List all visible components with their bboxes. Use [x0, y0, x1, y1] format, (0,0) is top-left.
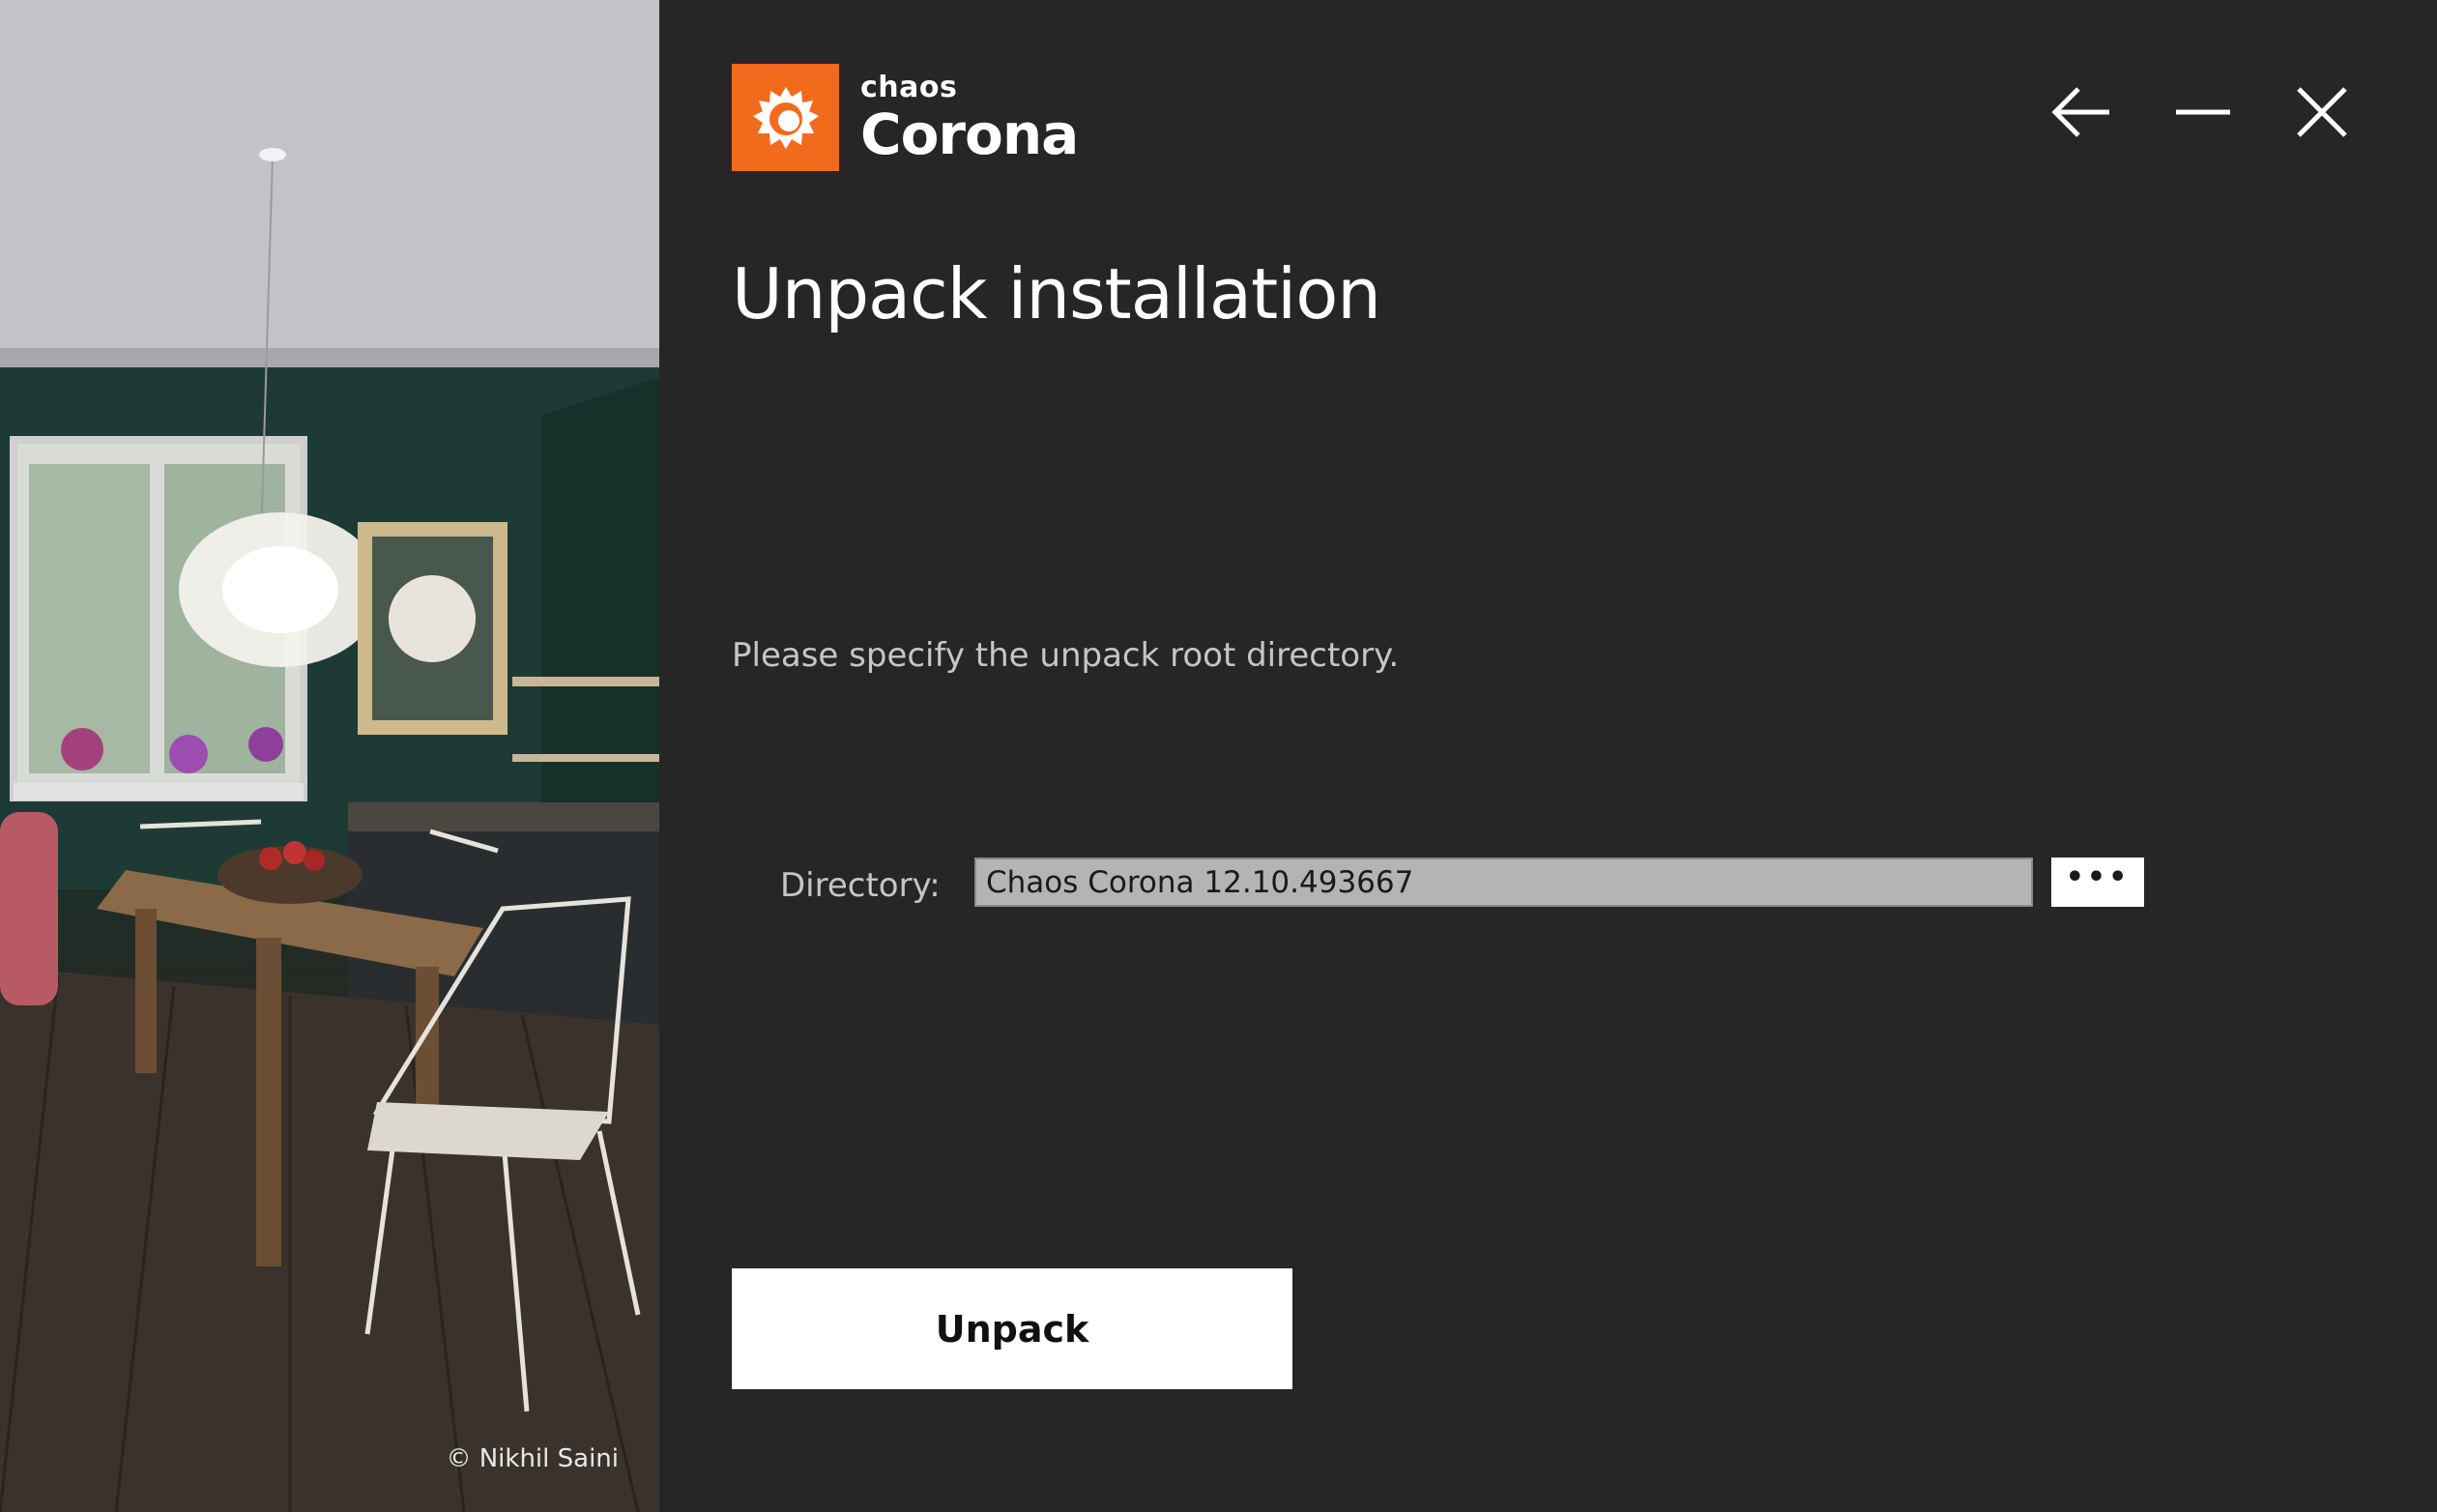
directory-label: Directory:: [780, 866, 941, 905]
logo-product: Corona: [860, 101, 1079, 167]
back-button[interactable]: [2051, 83, 2113, 141]
page-title: Unpack installation: [732, 253, 1381, 334]
artwork-panel: © Nikhil Saini: [0, 0, 659, 1512]
arrow-left-icon: [2051, 87, 2109, 137]
minimize-button[interactable]: [2172, 83, 2234, 141]
close-button[interactable]: [2291, 83, 2353, 141]
installer-window: © Nikhil Saini chaos Corona Unpack insta…: [0, 0, 2437, 1512]
minimize-icon: [2176, 109, 2230, 115]
unpack-button-label: Unpack: [935, 1307, 1089, 1351]
close-icon: [2297, 87, 2347, 137]
instruction-text: Please specify the unpack root directory…: [732, 636, 1400, 675]
artwork-credit: © Nikhil Saini: [446, 1444, 619, 1473]
corona-flame-icon: [732, 64, 839, 171]
unpack-button[interactable]: Unpack: [732, 1268, 1292, 1389]
logo-text: chaos Corona: [860, 70, 1079, 167]
logo-brand: chaos: [860, 70, 958, 104]
browse-button-label: •••: [2065, 859, 2131, 894]
content-panel: chaos Corona Unpack installation Please …: [659, 0, 2437, 1512]
directory-field[interactable]: Chaos Corona 12.10.493667: [974, 858, 2033, 907]
browse-button[interactable]: •••: [2051, 858, 2144, 907]
chaos-corona-logo: chaos Corona: [732, 64, 1079, 171]
dining-room-illustration: [0, 0, 659, 1512]
